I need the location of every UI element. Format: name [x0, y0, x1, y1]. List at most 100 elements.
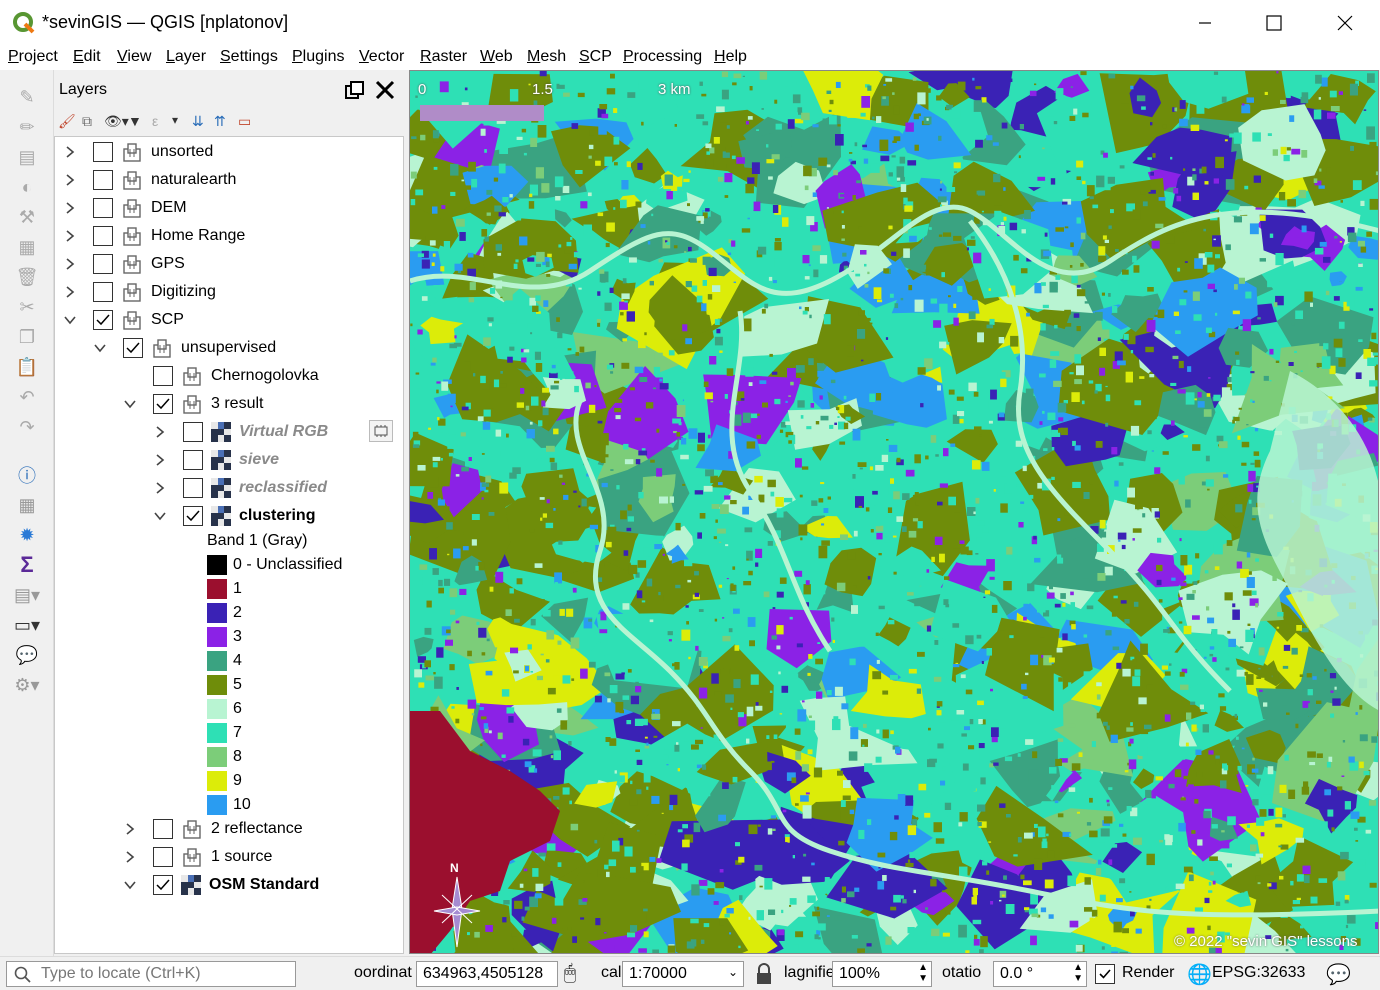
undo-icon[interactable]: ↶: [10, 384, 44, 410]
locator-search-input[interactable]: Type to locate (Ctrl+K): [6, 961, 296, 987]
layer-row-chernogolovka[interactable]: Chernogolovka: [123, 364, 319, 388]
layer-visibility-checkbox[interactable]: [153, 875, 173, 895]
cut-features-icon[interactable]: ✂: [10, 294, 44, 320]
menu-view[interactable]: View: [117, 48, 151, 66]
globe-icon[interactable]: 🌐: [1187, 962, 1212, 987]
layer-visibility-checkbox[interactable]: [183, 478, 203, 498]
close-panel-icon[interactable]: [374, 79, 396, 101]
filter-expression-icon[interactable]: ε: [152, 113, 158, 129]
vertex-tool-icon[interactable]: ⚒: [10, 204, 44, 230]
attribute-table-icon[interactable]: ▦: [10, 492, 44, 518]
map-tips-icon[interactable]: 💬: [10, 642, 44, 668]
layer-row-unsupervised[interactable]: unsupervised: [93, 336, 276, 360]
layer-row-2-reflectance[interactable]: 2 reflectance: [123, 817, 303, 841]
layer-visibility-checkbox[interactable]: [183, 422, 203, 442]
layer-visibility-checkbox[interactable]: [153, 819, 173, 839]
add-group-icon[interactable]: ⧉: [82, 113, 92, 130]
menu-mesh[interactable]: Mesh: [527, 48, 566, 66]
save-edits-icon[interactable]: ▤: [10, 144, 44, 170]
layer-row-osm-standard[interactable]: OSM Standard: [123, 873, 319, 897]
chevron-right-icon[interactable]: [63, 285, 77, 299]
coordinate-field[interactable]: 634963,4505128: [416, 961, 558, 987]
measure-line-icon[interactable]: ▭▾: [10, 612, 44, 638]
chevron-down-icon[interactable]: [123, 397, 137, 411]
menu-processing[interactable]: Processing: [623, 48, 702, 66]
collapse-all-icon[interactable]: ⇈: [214, 113, 226, 130]
layer-row-scp[interactable]: SCP: [63, 308, 184, 332]
chevron-right-icon[interactable]: [63, 145, 77, 159]
redo-icon[interactable]: ↷: [10, 414, 44, 440]
add-feature-icon[interactable]: ◐: [10, 174, 44, 200]
layer-visibility-checkbox[interactable]: [93, 198, 113, 218]
menu-settings[interactable]: Settings: [220, 48, 278, 66]
scale-combo[interactable]: 1:70000 ⌄: [622, 961, 744, 987]
crs-button[interactable]: EPSG:32633: [1212, 964, 1305, 982]
layer-row-clustering[interactable]: clustering: [153, 504, 315, 528]
settings-gear-icon[interactable]: ✹: [10, 522, 44, 548]
dropdown-arrow-icon[interactable]: ▾: [172, 113, 178, 127]
chevron-right-icon[interactable]: [63, 257, 77, 271]
delete-selected-icon[interactable]: 🗑: [10, 264, 44, 290]
menu-vector[interactable]: Vector: [359, 48, 404, 66]
layer-row-reclassified[interactable]: reclassified: [153, 476, 327, 500]
menu-project[interactable]: Project: [8, 48, 58, 66]
layer-row-3-result[interactable]: 3 result: [123, 392, 263, 416]
layer-row-unsorted[interactable]: unsorted: [63, 140, 213, 164]
layer-row-virtual-rgb[interactable]: Virtual RGB: [153, 420, 328, 444]
layer-visibility-checkbox[interactable]: [93, 170, 113, 190]
manage-visibility-icon[interactable]: 👁▾: [104, 113, 129, 130]
chevron-right-icon[interactable]: [63, 173, 77, 187]
chevron-down-icon[interactable]: [153, 509, 167, 523]
statistics-sigma-icon[interactable]: Σ: [10, 552, 44, 578]
copy-features-icon[interactable]: ❐: [10, 324, 44, 350]
menu-web[interactable]: Web: [480, 48, 513, 66]
remove-layer-icon[interactable]: ▭: [238, 113, 251, 130]
chevron-down-icon[interactable]: [123, 878, 137, 892]
render-checkbox[interactable]: [1095, 964, 1115, 984]
identify-features-icon[interactable]: ⓘ: [10, 462, 44, 488]
messages-icon[interactable]: 💬: [1326, 962, 1351, 987]
toggle-editing-icon[interactable]: ✏: [10, 114, 44, 140]
lock-scale-icon[interactable]: [754, 963, 774, 985]
menu-edit[interactable]: Edit: [73, 48, 101, 66]
magnifier-spinbox[interactable]: 100% ▲ ▼: [832, 961, 932, 987]
chevron-right-icon[interactable]: [153, 481, 167, 495]
map-canvas[interactable]: 0 1.5 3 km N © 2022 "sevin GIS" lessons: [409, 70, 1379, 954]
layer-visibility-checkbox[interactable]: [93, 226, 113, 246]
maximize-icon[interactable]: [1259, 10, 1289, 36]
layer-row-dem[interactable]: DEM: [63, 196, 187, 220]
chevron-right-icon[interactable]: [123, 822, 137, 836]
layer-visibility-checkbox[interactable]: [123, 338, 143, 358]
style-manager-icon[interactable]: 🖌: [58, 113, 76, 130]
layer-visibility-checkbox[interactable]: [93, 254, 113, 274]
menu-raster[interactable]: Raster: [420, 48, 467, 66]
layer-visibility-checkbox[interactable]: [183, 450, 203, 470]
layer-row-sieve[interactable]: sieve: [153, 448, 279, 472]
layer-row-1-source[interactable]: 1 source: [123, 845, 272, 869]
menu-layer[interactable]: Layer: [166, 48, 206, 66]
chevron-down-icon[interactable]: [63, 313, 77, 327]
zoom-tool-icon[interactable]: ⚙▾: [10, 672, 44, 698]
minimize-icon[interactable]: [1190, 10, 1220, 36]
layer-visibility-checkbox[interactable]: [153, 847, 173, 867]
chevron-right-icon[interactable]: [153, 453, 167, 467]
rotation-spinbox[interactable]: 0.0 ° ▲ ▼: [993, 961, 1087, 987]
menu-help[interactable]: Help: [714, 48, 747, 66]
chevron-right-icon[interactable]: [123, 850, 137, 864]
layer-visibility-checkbox[interactable]: [153, 394, 173, 414]
layer-row-digitizing[interactable]: Digitizing: [63, 280, 216, 304]
layer-visibility-checkbox[interactable]: [93, 142, 113, 162]
chevron-right-icon[interactable]: [63, 201, 77, 215]
current-edits-icon[interactable]: ✎: [10, 84, 44, 110]
undock-panel-icon[interactable]: [344, 79, 366, 101]
memory-layer-indicator-icon[interactable]: [369, 420, 393, 442]
paste-features-icon[interactable]: 📋: [10, 354, 44, 380]
layer-visibility-checkbox[interactable]: [93, 282, 113, 302]
layer-row-naturalearth[interactable]: naturalearth: [63, 168, 236, 192]
layer-visibility-checkbox[interactable]: [183, 506, 203, 526]
layer-visibility-checkbox[interactable]: [153, 366, 173, 386]
chevron-right-icon[interactable]: [153, 425, 167, 439]
expand-all-icon[interactable]: ⇊: [192, 113, 204, 130]
toggle-extents-icon[interactable]: 🖱: [564, 962, 576, 985]
chevron-down-icon[interactable]: [93, 341, 107, 355]
